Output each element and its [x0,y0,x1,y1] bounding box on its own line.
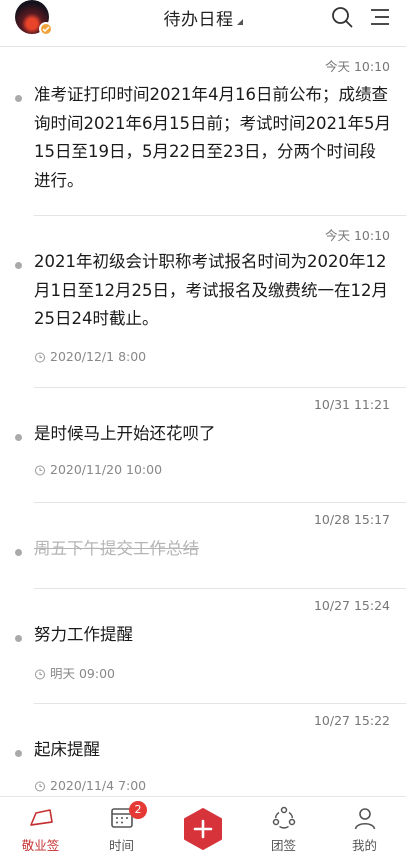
page-title: 待办日程 [163,10,234,30]
dropdown-caret-icon [236,19,243,25]
alarm-clock-icon [35,669,45,680]
item-timestamp: 10/28 15:17 [313,512,390,527]
list-item[interactable]: 10/28 15:17 周五下午提交工作总结 [0,503,406,589]
reminder-time: 2020/11/20 10:00 [34,462,162,479]
team-icon [272,806,295,829]
tab-notes[interactable]: 敬业签 [0,797,81,853]
item-timestamp: 10/27 15:22 [313,713,390,728]
tab-profile[interactable]: 我的 [324,797,405,853]
tab-time[interactable]: 2 时间 [81,797,162,853]
bullet-dot-icon [15,549,22,556]
alarm-clock-icon [35,352,45,363]
reminder-time: 2020/12/1 8:00 [34,349,146,366]
add-button[interactable] [182,808,224,850]
bullet-dot-icon [15,434,22,441]
notification-count-badge: 2 [129,801,147,819]
list-item[interactable]: 今天 10:10 2021年初级会计职称考试报名时间为2020年12月1日至12… [0,216,406,388]
profile-icon [354,808,375,830]
bullet-dot-icon [15,262,22,269]
menu-icon[interactable] [369,6,391,28]
tab-team[interactable]: 团签 [243,797,324,853]
list-item[interactable]: 10/31 11:21 是时候马上开始还花呗了 2020/11/20 10:00 [0,388,406,503]
header: 待办日程 [0,0,406,40]
reminder-time: 明天 09:00 [34,663,115,683]
item-text: 2021年初级会计职称考试报名时间为2020年12月1日至12月25日，考试报名… [34,252,388,328]
search-icon[interactable] [331,6,353,28]
item-text: 努力工作提醒 [34,625,133,644]
bullet-dot-icon [15,635,22,642]
item-text-completed: 周五下午提交工作总结 [34,539,199,558]
bullet-dot-icon [15,750,22,757]
item-timestamp: 今天 10:10 [325,228,390,243]
bullet-dot-icon [15,95,22,102]
alarm-clock-icon [35,465,45,476]
alarm-clock-icon [35,781,45,792]
item-text: 准考证打印时间2021年4月16日前公布；成绩查询时间2021年6月15日前；考… [34,85,391,190]
item-text: 起床提醒 [34,740,100,759]
item-text: 是时候马上开始还花呗了 [34,424,216,443]
item-timestamp: 10/31 11:21 [313,397,390,412]
notes-icon [29,809,53,826]
list-item[interactable]: 10/27 15:22 起床提醒 2020/11/4 7:00 [0,704,406,804]
reminder-time: 2020/11/4 7:00 [34,778,146,795]
item-timestamp: 今天 10:10 [325,59,390,74]
todo-list: 今天 10:10 准考证打印时间2021年4月16日前公布；成绩查询时间2021… [0,46,406,804]
list-item[interactable]: 10/27 15:24 努力工作提醒 明天 09:00 [0,589,406,704]
list-item[interactable]: 今天 10:10 准考证打印时间2021年4月16日前公布；成绩查询时间2021… [0,46,406,216]
item-timestamp: 10/27 15:24 [313,598,390,613]
